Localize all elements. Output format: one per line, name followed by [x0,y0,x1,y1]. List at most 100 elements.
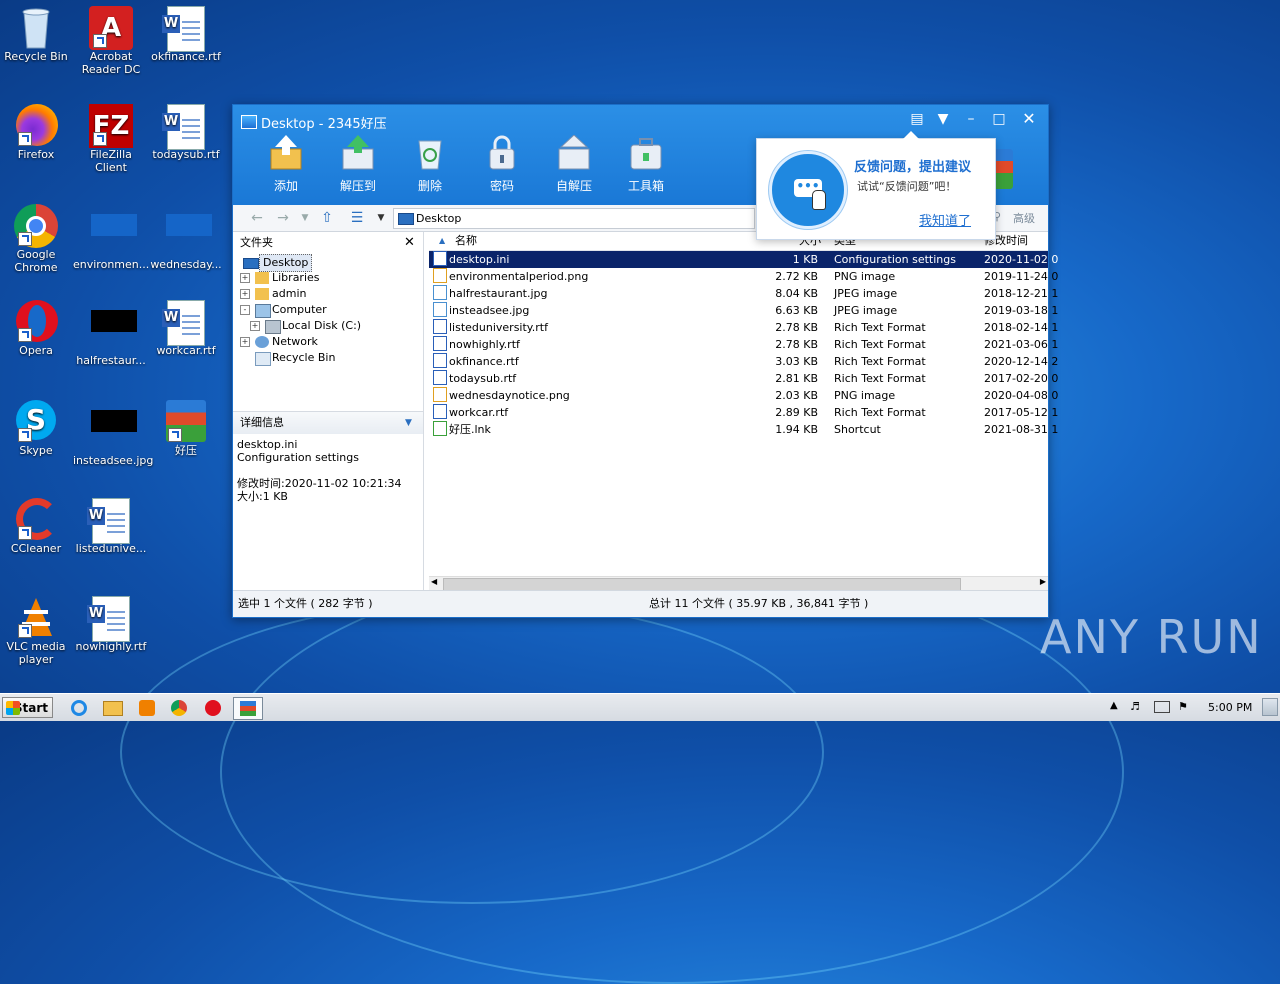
view-mode-icon[interactable]: ☰ [347,208,367,228]
expand-icon[interactable]: + [240,337,250,347]
volume-icon[interactable]: ♬ [1130,700,1140,713]
image-thumbnail-icon [91,410,137,450]
details-header[interactable]: 详细信息 ▼ [233,412,423,434]
desktop-icon-halfrestaurant[interactable]: halfrestaur... [73,300,149,367]
desktop-icon-recycle-bin[interactable]: Recycle Bin [0,6,74,63]
scroll-right-icon[interactable]: ▶ [1040,577,1046,586]
desktop-icon-chrome[interactable]: Google Chrome [0,204,74,274]
history-dropdown-icon[interactable]: ▼ [295,208,315,228]
file-row[interactable]: halfrestaurant.jpg 8.04 KB JPEG image 2018-… [429,285,1058,302]
tree-label: Network [272,335,318,348]
file-row[interactable]: wednesdaynotice.png 2.03 KB PNG image 2020-… [429,387,1058,404]
toolbar-extract-button[interactable]: 解压到 [329,135,387,194]
up-folder-icon[interactable]: ⇧ [317,208,337,228]
dismiss-link[interactable]: 我知道了 [919,210,971,229]
sort-up-icon: ▲ [439,236,446,245]
desktop-icon-opera[interactable]: Opera [0,300,74,357]
show-desktop-button[interactable] [1262,698,1278,716]
desktop-icon-nowhighly[interactable]: nowhighly.rtf [73,596,149,653]
taskbar-haozip-icon[interactable] [233,697,263,720]
collapse-icon[interactable]: - [240,305,250,315]
file-modified: 2020-11-02 0 [984,253,1059,266]
tray-expand-icon[interactable]: ▲ [1110,700,1118,711]
extract-icon [339,135,377,171]
details-filename: desktop.ini [237,438,298,451]
toolbar-toolbox-button[interactable]: 工具箱 [617,135,675,194]
horizontal-scrollbar[interactable]: ◀ ▶ [429,576,1048,592]
view-dropdown-icon[interactable]: ▼ [371,208,391,228]
desktop-icon-todaysub[interactable]: todaysub.rtf [148,104,224,161]
toolbar-delete-button[interactable]: 删除 [401,135,459,194]
menu-dropdown-icon[interactable]: ▼ [931,109,955,129]
file-type: PNG image [834,389,896,402]
close-button[interactable]: ✕ [1017,109,1041,129]
minimize-button[interactable]: – [959,109,983,129]
toolbar-sfx-button[interactable]: 自解压 [545,134,603,194]
address-text: Desktop [416,212,462,225]
file-row[interactable]: insteadsee.jpg 6.63 KB JPEG image 2019-03-1… [429,302,1058,319]
toolbar-add-button[interactable]: 添加 [257,135,315,194]
advanced-search-button[interactable]: 高级 [1013,210,1035,226]
clock[interactable]: 5:00 PM [1208,701,1252,714]
flag-icon[interactable]: ⚑ [1178,700,1188,713]
desktop-icon-vlc[interactable]: VLC media player [0,596,74,666]
back-arrow-icon[interactable]: ← [247,208,267,228]
desktop-icon-okfinance[interactable]: okfinance.rtf [148,6,224,63]
file-name: environmentalperiod.png [449,270,589,283]
haozip-icon [166,400,206,442]
taskbar-ie-icon[interactable] [66,697,92,718]
desktop-icon-firefox[interactable]: Firefox [0,104,74,161]
taskbar-opera-icon[interactable] [200,697,226,718]
user-folder-icon [255,288,269,300]
desktop-icon-environmentalperiod[interactable]: environmen... [73,204,149,271]
address-bar[interactable]: Desktop [393,208,755,229]
desktop-icon-insteadsee[interactable]: insteadsee.jpg [73,400,153,467]
tree-item-network[interactable]: + Network [233,334,423,350]
file-row[interactable]: okfinance.rtf 3.03 KB Rich Text Format 2020… [429,353,1058,370]
expand-icon[interactable]: + [250,321,260,331]
tree-item-desktop[interactable]: Desktop [233,254,423,272]
tree-item-computer[interactable]: - Computer [233,302,423,318]
file-row[interactable]: desktop.ini 1 KB Configuration settings 202… [429,251,1058,268]
maximize-button[interactable]: □ [987,109,1011,129]
file-row[interactable]: environmentalperiod.png 2.72 KB PNG image 2… [429,268,1058,285]
file-size: 1.94 KB [775,423,818,436]
image-thumbnail-icon [91,310,137,350]
hand-cursor-icon [812,190,826,210]
desktop-icon-workcar[interactable]: workcar.rtf [148,300,224,357]
details-size: 大小:1 KB [237,490,288,503]
file-row[interactable]: workcar.rtf 2.89 KB Rich Text Format 2017-0… [429,404,1058,421]
desktop-icon-acrobat[interactable]: A Acrobat Reader DC [73,6,149,76]
expand-icon[interactable]: + [240,273,250,283]
toolbar-label: 工具箱 [627,179,664,193]
forward-arrow-icon[interactable]: → [273,208,293,228]
desktop-icon-wednesdaynotice[interactable]: wednesday... [148,204,224,271]
desktop-icon-filezilla[interactable]: FZ FileZilla Client [73,104,149,174]
tree-item-libraries[interactable]: + Libraries [233,270,423,286]
desktop-icon-haozip[interactable]: 好压 [148,400,224,457]
status-selection: 选中 1 个文件 ( 282 字节 ) [238,597,373,610]
chevron-down-icon[interactable]: ▼ [405,412,412,434]
tree-item-recycle-bin[interactable]: Recycle Bin [233,350,423,366]
network-tray-icon[interactable] [1154,701,1170,713]
desktop-icon-listeduniversity[interactable]: listedunive... [73,498,149,555]
scroll-left-icon[interactable]: ◀ [431,577,437,586]
file-row[interactable]: nowhighly.rtf 2.78 KB Rich Text Format 2021… [429,336,1058,353]
taskbar-explorer-icon[interactable] [100,697,126,718]
desktop-icon-skype[interactable]: S Skype [0,400,74,457]
file-row[interactable]: 好压.lnk 1.94 KB Shortcut 2021-08-31 1 [429,421,1058,438]
taskbar-chrome-icon[interactable] [166,697,192,718]
file-modified: 2017-02-20 0 [984,372,1059,385]
file-row[interactable]: todaysub.rtf 2.81 KB Rich Text Format 2017-… [429,370,1058,387]
tree-item-local-disk[interactable]: + Local Disk (C:) [233,318,423,334]
tree-item-admin[interactable]: + admin [233,286,423,302]
toolbar-password-button[interactable]: 密码 [473,135,531,194]
close-pane-icon[interactable]: ✕ [404,232,415,254]
taskbar-media-player-icon[interactable] [134,697,160,718]
desktop-icon-ccleaner[interactable]: CCleaner [0,498,74,555]
file-row[interactable]: listeduniversity.rtf 2.78 KB Rich Text For… [429,319,1058,336]
feedback-icon[interactable]: ▤ [905,109,929,129]
start-button[interactable]: Start [2,697,53,718]
column-name[interactable]: 名称 [455,232,477,250]
expand-icon[interactable]: + [240,289,250,299]
